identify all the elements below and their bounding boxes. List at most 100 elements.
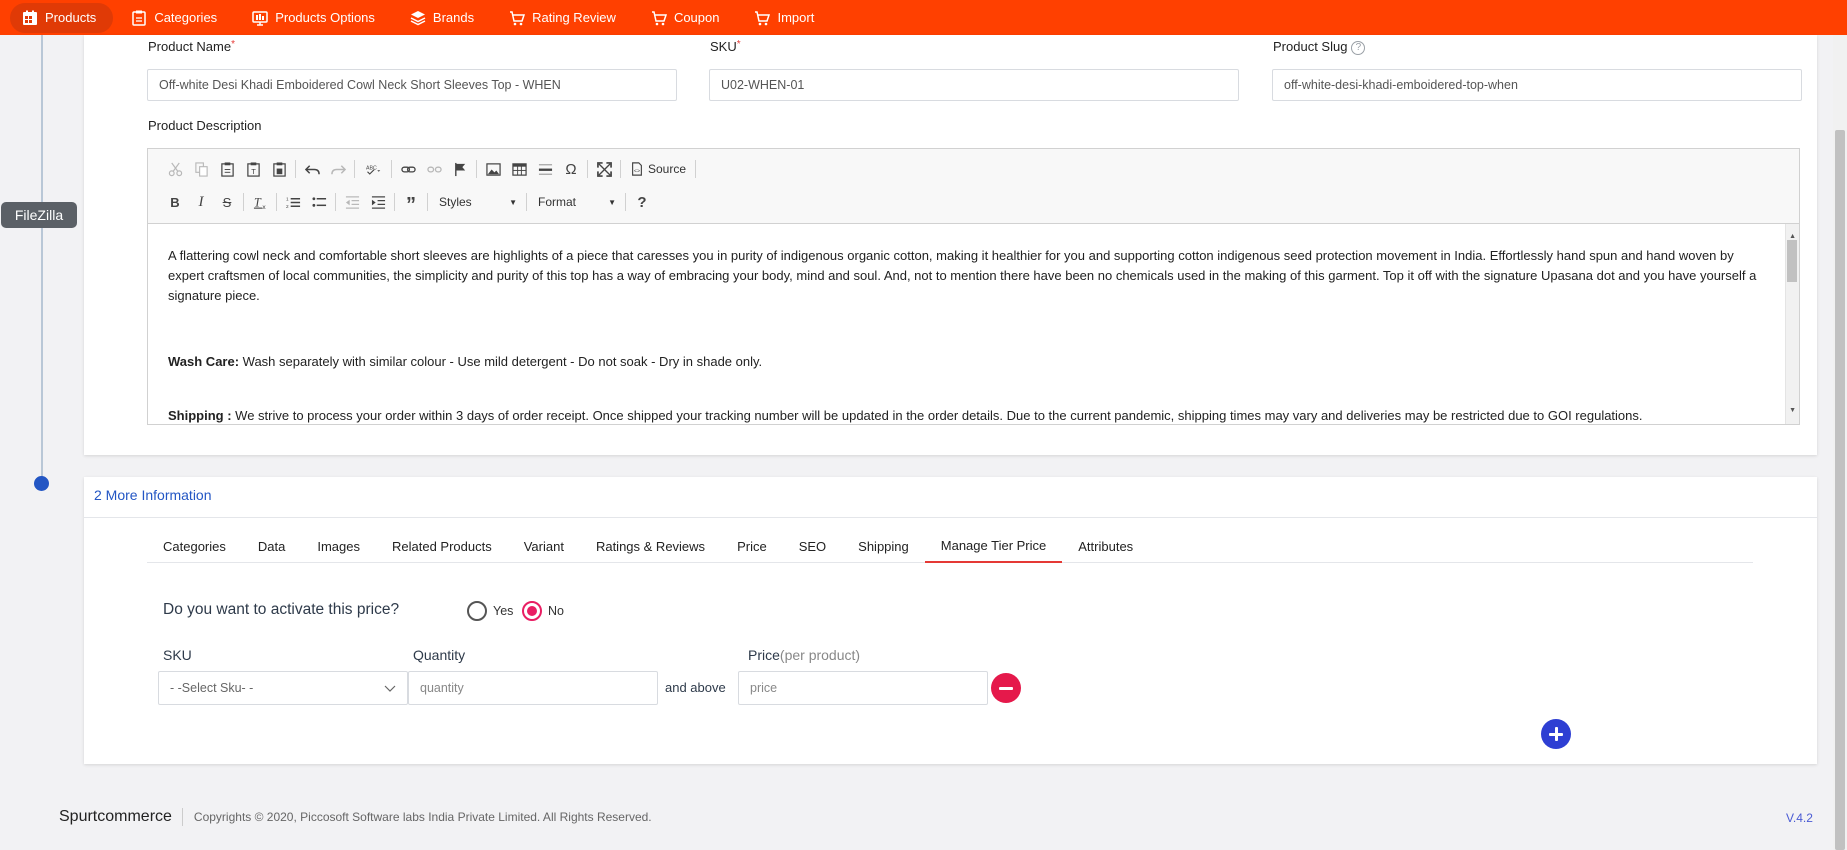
nav-item-coupon[interactable]: Coupon [639, 3, 737, 33]
tab-variant[interactable]: Variant [508, 529, 580, 563]
link-icon[interactable] [395, 157, 421, 181]
svg-text:<>: <> [634, 169, 640, 175]
tab-manage-tier-price[interactable]: Manage Tier Price [924, 529, 1063, 563]
product-slug-label-text: Product Slug [1273, 39, 1348, 54]
radio-circle [467, 601, 487, 621]
footer-copyright: Copyrights © 2020, Piccosoft Software la… [193, 810, 652, 824]
nav-label: Products [45, 10, 97, 25]
editor-scrollbar[interactable]: ▲ ▼ [1785, 224, 1799, 424]
tier-quantity-input[interactable]: quantity [408, 671, 658, 705]
maximize-icon[interactable] [591, 157, 617, 181]
product-name-input[interactable]: Off-white Desi Khadi Emboidered Cowl Nec… [147, 69, 677, 101]
table-icon[interactable] [506, 157, 532, 181]
required-marker: * [736, 39, 741, 50]
remove-format-icon[interactable]: Tx [247, 190, 273, 214]
format-label: Format [538, 195, 577, 209]
nav-item-brands[interactable]: Brands [398, 3, 491, 33]
sku-input[interactable]: U02-WHEN-01 [709, 69, 1239, 101]
tier-price-input[interactable]: price [738, 671, 988, 705]
blockquote-icon[interactable]: ” [398, 190, 424, 216]
tab-price[interactable]: Price [721, 529, 783, 563]
outdent-icon[interactable] [339, 190, 365, 214]
paste-word-icon[interactable] [266, 157, 292, 181]
cut-icon[interactable] [162, 157, 188, 181]
toolbar-separator [695, 160, 697, 178]
format-dropdown[interactable]: Format ▼ [530, 190, 622, 214]
radio-no-label: No [548, 604, 564, 618]
source-button[interactable]: <> Source [624, 162, 692, 176]
info-tabs: Categories Data Images Related Products … [147, 529, 1753, 563]
tab-categories[interactable]: Categories [147, 529, 242, 563]
nav-item-products-options[interactable]: Products Options [240, 3, 392, 33]
tier-sku-select[interactable]: - -Select Sku- - [158, 671, 408, 705]
dropdown-arrow-icon: ▼ [509, 197, 517, 207]
nav-label: Import [777, 10, 815, 25]
unlink-icon[interactable] [421, 157, 447, 181]
wash-care-paragraph: Wash Care: Wash separately with similar … [168, 352, 1763, 372]
filezilla-tooltip: FileZilla [1, 202, 77, 228]
copy-icon[interactable] [188, 157, 214, 181]
nav-item-rating-review[interactable]: Rating Review [497, 3, 633, 33]
bulleted-list-icon[interactable] [306, 190, 332, 214]
svg-text:x: x [262, 204, 266, 210]
styles-dropdown[interactable]: Styles ▼ [431, 190, 523, 214]
paste-text-icon[interactable]: T [240, 157, 266, 181]
anchor-flag-icon[interactable] [447, 157, 473, 181]
minus-icon [999, 686, 1013, 690]
italic-icon[interactable]: I [188, 190, 214, 214]
tier-sku-select-value: - -Select Sku- - [170, 681, 254, 695]
tab-images[interactable]: Images [301, 529, 376, 563]
indent-icon[interactable] [365, 190, 391, 214]
scroll-down-arrow-icon[interactable]: ▼ [1789, 401, 1796, 421]
nav-label: Categories [154, 10, 218, 25]
spellcheck-icon[interactable]: ABC [358, 157, 388, 181]
remove-tier-button[interactable] [991, 673, 1021, 703]
radio-yes[interactable]: Yes [467, 601, 513, 621]
tab-shipping[interactable]: Shipping [842, 529, 925, 563]
tab-data[interactable]: Data [242, 529, 301, 563]
svg-text:T: T [253, 195, 261, 209]
plus-icon [1549, 727, 1563, 741]
tier-price-sublabel: (per product) [779, 647, 861, 663]
page-scroll-thumb[interactable] [1835, 130, 1845, 850]
section-divider [84, 517, 1817, 518]
tab-seo[interactable]: SEO [783, 529, 842, 563]
nav-item-import[interactable]: Import [742, 3, 831, 33]
radio-yes-label: Yes [493, 604, 514, 618]
toolbar-separator [276, 193, 277, 211]
toolbar-separator [335, 193, 336, 211]
toolbar-separator [427, 193, 428, 211]
tab-attributes[interactable]: Attributes [1062, 529, 1149, 563]
shipping-paragraph: Shipping : We strive to process your ord… [168, 406, 1763, 424]
nav-label: Rating Review [532, 10, 616, 25]
bold-icon[interactable]: B [162, 190, 188, 214]
rating-review-icon [510, 10, 526, 25]
strikethrough-icon[interactable]: S [214, 190, 240, 214]
tier-price-label-text: Price [748, 647, 780, 663]
tab-ratings-reviews[interactable]: Ratings & Reviews [580, 529, 721, 563]
shipping-label: Shipping : [168, 408, 232, 423]
nav-item-products[interactable]: Products [10, 2, 114, 33]
import-icon [755, 10, 771, 25]
editor-content[interactable]: A flattering cowl neck and comfortable s… [148, 224, 1799, 424]
radio-no[interactable]: No [522, 601, 564, 621]
numbered-list-icon[interactable]: 12 [280, 190, 306, 214]
redo-icon[interactable] [325, 157, 351, 181]
nav-item-categories[interactable]: Categories [119, 3, 234, 33]
paste-icon[interactable] [214, 157, 240, 181]
product-slug-input[interactable]: off-white-desi-khadi-emboidered-top-when [1272, 69, 1802, 101]
help-icon[interactable]: ? [1351, 40, 1366, 55]
help-icon[interactable]: ? [629, 190, 655, 214]
section-title[interactable]: 2 More Information [94, 487, 212, 503]
undo-icon[interactable] [299, 157, 325, 181]
tab-related-products[interactable]: Related Products [376, 529, 508, 563]
image-icon[interactable] [480, 157, 506, 181]
editor-scroll-thumb[interactable] [1787, 240, 1797, 282]
product-slug-label: Product Slug? [1273, 39, 1366, 55]
horizontal-line-icon[interactable] [532, 157, 558, 181]
special-char-icon[interactable]: Ω [558, 157, 584, 181]
timeline-line [41, 35, 43, 483]
footer-brand: Spurtcommerce [59, 808, 183, 826]
page-scrollbar[interactable] [1833, 35, 1847, 850]
add-tier-button[interactable] [1541, 719, 1571, 749]
